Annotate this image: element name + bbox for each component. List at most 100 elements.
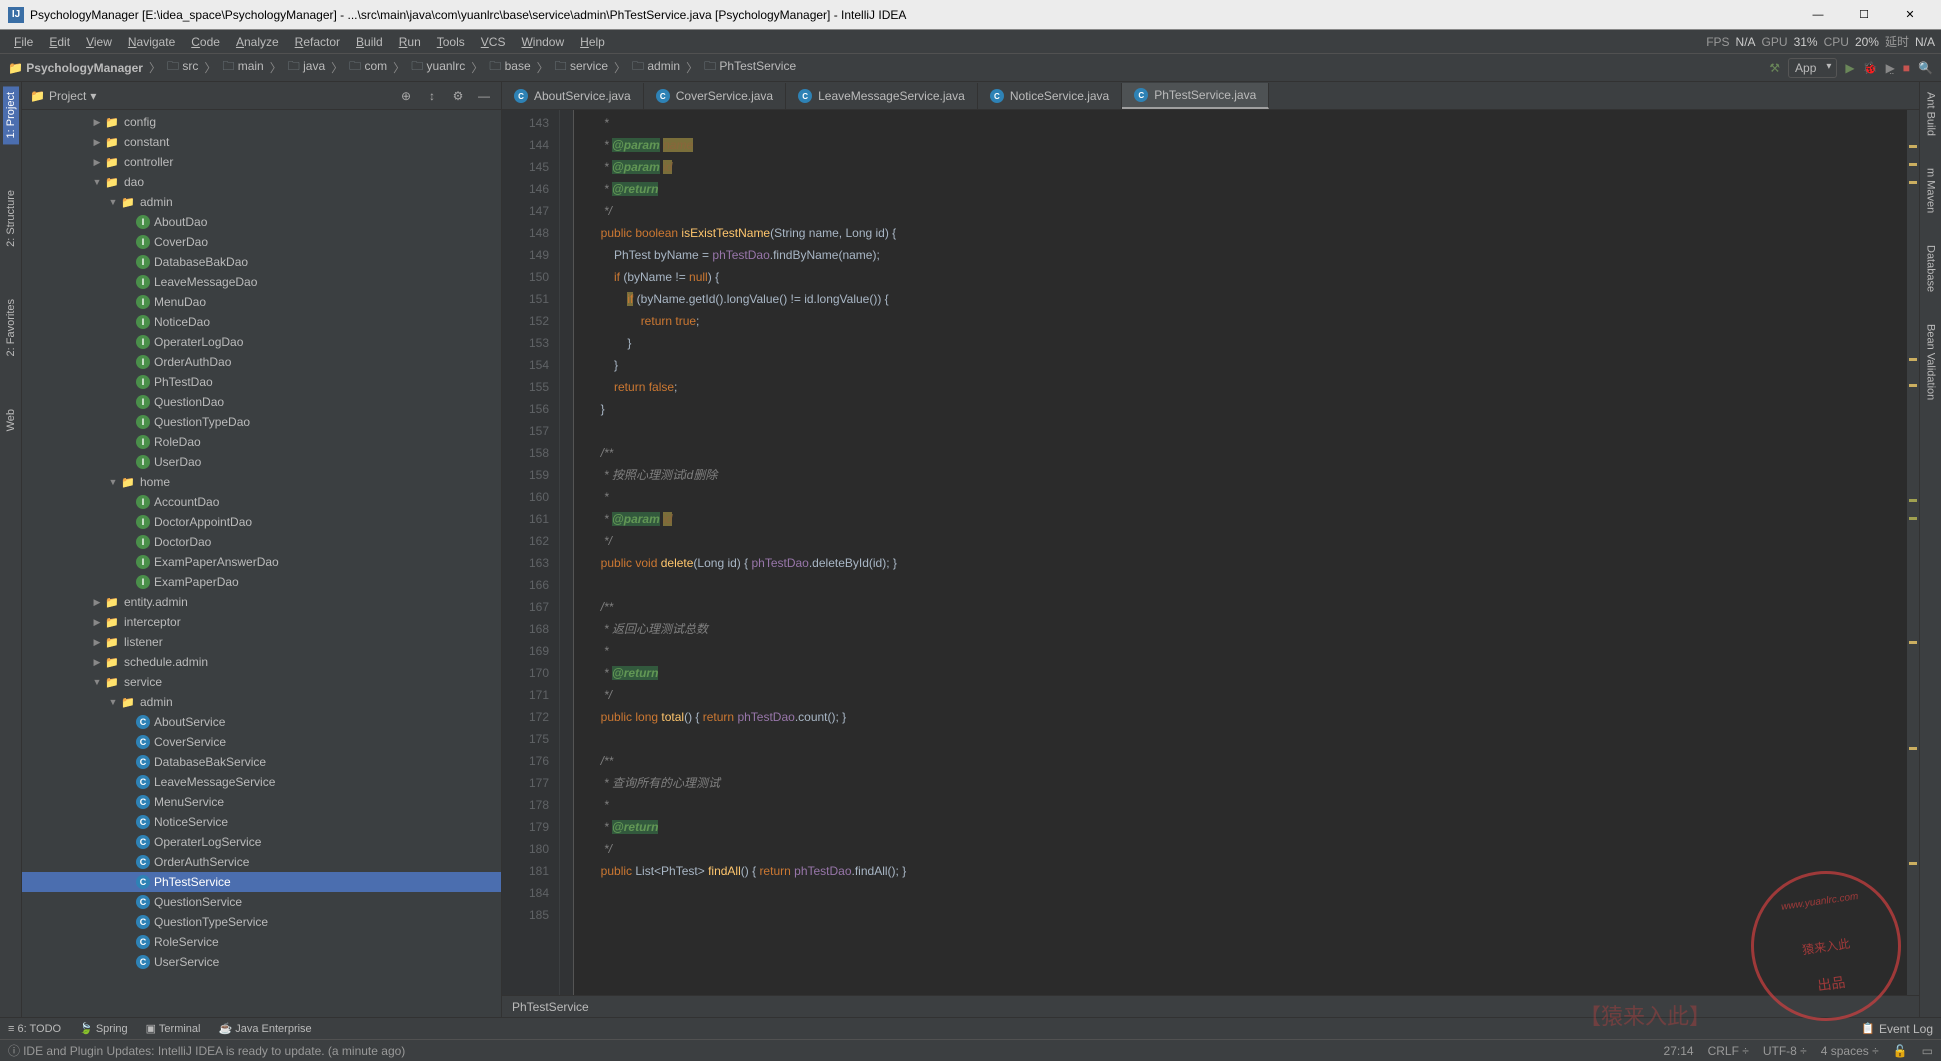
tree-item-menudao[interactable]: MenuDao	[22, 292, 501, 312]
tree-item-doctorappointdao[interactable]: DoctorAppointDao	[22, 512, 501, 532]
right-tab-mmaven[interactable]: m Maven	[1923, 162, 1939, 219]
editor-tab-aboutservice[interactable]: AboutService.java	[502, 83, 644, 109]
memory-indicator[interactable]: ▭	[1922, 1044, 1933, 1058]
tree-item-leavemessageservice[interactable]: LeaveMessageService	[22, 772, 501, 792]
tree-item-aboutdao[interactable]: AboutDao	[22, 212, 501, 232]
tree-item-questiontypedao[interactable]: QuestionTypeDao	[22, 412, 501, 432]
tree-item-aboutservice[interactable]: AboutService	[22, 712, 501, 732]
coverage-icon[interactable]: ▶̤	[1886, 61, 1895, 75]
tree-item-noticedao[interactable]: NoticeDao	[22, 312, 501, 332]
tree-item-exampaperanswerdao[interactable]: ExamPaperAnswerDao	[22, 552, 501, 572]
tree-item-questiondao[interactable]: QuestionDao	[22, 392, 501, 412]
tree-item-accountdao[interactable]: AccountDao	[22, 492, 501, 512]
error-stripe[interactable]	[1907, 110, 1919, 995]
search-everywhere-icon[interactable]: 🔍	[1918, 61, 1933, 75]
tree-item-menuservice[interactable]: MenuService	[22, 792, 501, 812]
debug-icon[interactable]: 🐞	[1863, 61, 1878, 75]
tree-item-leavemessagedao[interactable]: LeaveMessageDao	[22, 272, 501, 292]
build-icon[interactable]: ⚒	[1769, 61, 1780, 75]
crumb-item[interactable]: 🗀 java	[288, 57, 325, 78]
tree-item-phtestdao[interactable]: PhTestDao	[22, 372, 501, 392]
expand-all-icon[interactable]: ↕	[423, 87, 441, 105]
event-log-button[interactable]: 📋 Event Log	[1861, 1022, 1933, 1036]
editor-tab-coverservice[interactable]: CoverService.java	[644, 83, 786, 109]
tree-item-coverservice[interactable]: CoverService	[22, 732, 501, 752]
tree-item-orderauthdao[interactable]: OrderAuthDao	[22, 352, 501, 372]
tree-item-databasebakservice[interactable]: DatabaseBakService	[22, 752, 501, 772]
settings-icon[interactable]: ⚙	[449, 87, 467, 105]
tree-item-admin[interactable]: admin	[22, 192, 501, 212]
scroll-from-source-icon[interactable]: ⊕	[397, 87, 415, 105]
tree-item-dao[interactable]: dao	[22, 172, 501, 192]
tool-javaenterprise[interactable]: ☕ Java Enterprise	[218, 1022, 311, 1035]
stop-icon[interactable]: ■	[1903, 61, 1910, 75]
file-encoding[interactable]: UTF-8 ÷	[1763, 1044, 1807, 1058]
menu-refactor[interactable]: Refactor	[287, 32, 348, 52]
left-tab-structure[interactable]: 2: Structure	[3, 184, 19, 253]
menu-edit[interactable]: Edit	[41, 32, 78, 52]
project-title[interactable]: 📁 Project ▾	[30, 89, 389, 103]
crumb-item[interactable]: 🗀 base	[489, 57, 530, 78]
menu-vcs[interactable]: VCS	[473, 32, 514, 52]
tree-item-home[interactable]: home	[22, 472, 501, 492]
menu-build[interactable]: Build	[348, 32, 391, 52]
right-tab-antbuild[interactable]: Ant Build	[1923, 86, 1939, 142]
cursor-position[interactable]: 27:14	[1664, 1044, 1694, 1058]
run-config-combo[interactable]: App	[1788, 58, 1837, 78]
menu-navigate[interactable]: Navigate	[120, 32, 183, 52]
crumb-item[interactable]: 🗀 src	[167, 57, 198, 78]
menu-file[interactable]: File	[6, 32, 41, 52]
tree-item-admin[interactable]: admin	[22, 692, 501, 712]
tree-item-constant[interactable]: constant	[22, 132, 501, 152]
hide-icon[interactable]: —	[475, 87, 493, 105]
tree-item-userservice[interactable]: UserService	[22, 952, 501, 972]
crumb-item[interactable]: 🗀 yuanlrc	[411, 57, 465, 78]
crumb-item[interactable]: 🗀 PhTestService	[704, 57, 796, 78]
editor-breadcrumb[interactable]: PhTestService	[502, 995, 1919, 1017]
left-tab-web[interactable]: Web	[3, 403, 19, 437]
readonly-lock-icon[interactable]: 🔓	[1893, 1044, 1908, 1058]
tree-item-operaterlogservice[interactable]: OperaterLogService	[22, 832, 501, 852]
tree-item-exampaperdao[interactable]: ExamPaperDao	[22, 572, 501, 592]
tree-item-entity.admin[interactable]: entity.admin	[22, 592, 501, 612]
tree-item-controller[interactable]: controller	[22, 152, 501, 172]
editor-tab-leavemessageservice[interactable]: LeaveMessageService.java	[786, 83, 978, 109]
menu-view[interactable]: View	[78, 32, 120, 52]
crumb-item[interactable]: 🗀 service	[555, 57, 608, 78]
left-tab-favorites[interactable]: 2: Favorites	[3, 293, 19, 362]
indent-info[interactable]: 4 spaces ÷	[1821, 1044, 1879, 1058]
tree-item-doctordao[interactable]: DoctorDao	[22, 532, 501, 552]
menu-help[interactable]: Help	[572, 32, 613, 52]
minimize-button[interactable]: —	[1795, 1, 1841, 29]
tree-item-databasebakdao[interactable]: DatabaseBakDao	[22, 252, 501, 272]
menu-window[interactable]: Window	[513, 32, 572, 52]
editor-tab-phtestservice[interactable]: PhTestService.java	[1122, 83, 1269, 109]
info-icon[interactable]: ⓘ	[8, 1042, 20, 1059]
right-tab-beanvalidation[interactable]: Bean Validation	[1923, 318, 1939, 406]
fold-column[interactable]	[560, 110, 574, 995]
tool-todo[interactable]: ≡ 6: TODO	[8, 1023, 61, 1035]
tree-item-listener[interactable]: listener	[22, 632, 501, 652]
tree-item-orderauthservice[interactable]: OrderAuthService	[22, 852, 501, 872]
line-separator[interactable]: CRLF ÷	[1708, 1044, 1749, 1058]
tree-item-config[interactable]: config	[22, 112, 501, 132]
crumb-item[interactable]: 🗀 admin	[632, 57, 680, 78]
tree-item-questiontypeservice[interactable]: QuestionTypeService	[22, 912, 501, 932]
breadcrumb[interactable]: 📁 PsychologyManager〉🗀 src〉🗀 main〉🗀 java〉…	[8, 57, 796, 78]
crumb-item[interactable]: 🗀 com	[349, 57, 387, 78]
tree-item-userdao[interactable]: UserDao	[22, 452, 501, 472]
right-tab-database[interactable]: Database	[1923, 239, 1939, 298]
tree-item-roleservice[interactable]: RoleService	[22, 932, 501, 952]
menu-tools[interactable]: Tools	[429, 32, 473, 52]
editor-tab-noticeservice[interactable]: NoticeService.java	[978, 83, 1122, 109]
tree-item-roledao[interactable]: RoleDao	[22, 432, 501, 452]
tree-item-interceptor[interactable]: interceptor	[22, 612, 501, 632]
run-icon[interactable]: ▶	[1845, 61, 1854, 75]
project-tree[interactable]: configconstantcontrollerdaoadminAboutDao…	[22, 110, 501, 1017]
code-content[interactable]: * * @param name * @param id * @return */…	[574, 110, 1919, 995]
left-tab-project[interactable]: 1: Project	[3, 86, 19, 144]
crumb-item[interactable]: 🗀 main	[222, 57, 263, 78]
tree-item-noticeservice[interactable]: NoticeService	[22, 812, 501, 832]
menu-analyze[interactable]: Analyze	[228, 32, 287, 52]
tree-item-service[interactable]: service	[22, 672, 501, 692]
